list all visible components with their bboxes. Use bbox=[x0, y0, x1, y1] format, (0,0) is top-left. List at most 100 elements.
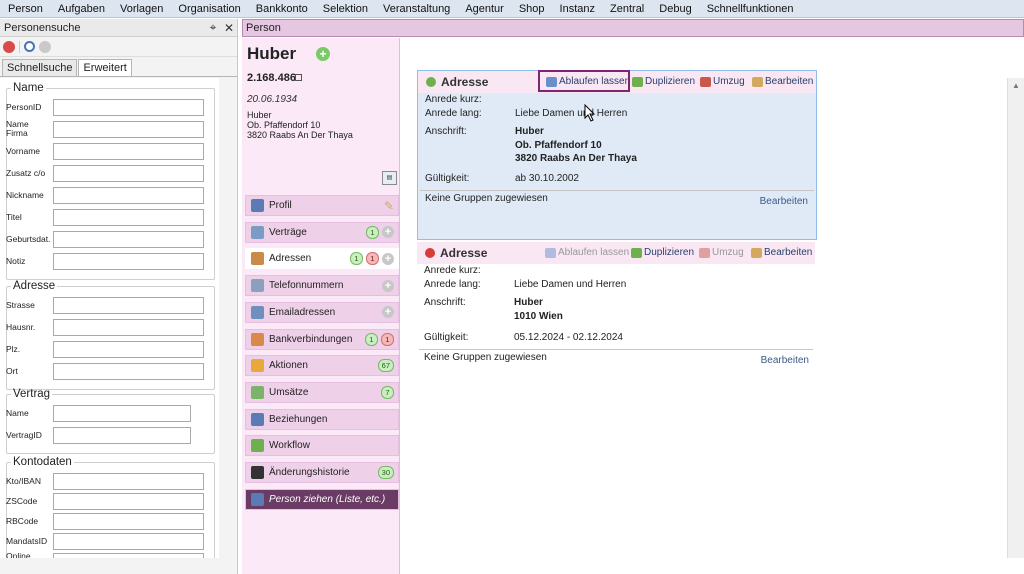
field-input-name-1[interactable] bbox=[53, 120, 204, 138]
nav-item-person-pull[interactable]: Person ziehen (Liste, etc.) bbox=[245, 488, 399, 510]
groups-edit-link[interactable]: Bearbeiten bbox=[760, 196, 808, 207]
nav-item-bank[interactable]: Bankverbindungen 1 1 bbox=[245, 328, 399, 350]
nav-label: Beziehungen bbox=[269, 413, 328, 425]
nav-item-money[interactable]: Umsätze 7 bbox=[245, 381, 399, 403]
expand-icon[interactable]: ▤ bbox=[382, 171, 397, 185]
nav-item-people[interactable]: Beziehungen bbox=[245, 408, 399, 430]
field-input-name-5[interactable] bbox=[53, 208, 204, 226]
field-input-kontodaten-1[interactable] bbox=[53, 492, 204, 510]
address-card-2: Adresse Ablaufen lassen Duplizieren Umzug Be… bbox=[417, 242, 817, 372]
add-icon[interactable]: + bbox=[382, 252, 394, 265]
field-input-adresse-3[interactable] bbox=[53, 362, 204, 380]
field-input-adresse-0[interactable] bbox=[53, 296, 204, 314]
pencil-icon[interactable]: ✎ bbox=[384, 199, 394, 213]
field-input-name-6[interactable] bbox=[53, 230, 204, 248]
field-row: Strasse bbox=[6, 296, 204, 314]
menu-item-8[interactable]: Shop bbox=[511, 0, 552, 18]
nav-item-lightning[interactable]: Aktionen 67 bbox=[245, 355, 399, 377]
person-icon bbox=[251, 199, 264, 212]
clear-icon[interactable] bbox=[3, 40, 15, 53]
field-row: Nickname bbox=[6, 186, 204, 204]
expire-button[interactable]: Ablaufen lassen bbox=[545, 247, 629, 258]
edit-button[interactable]: Bearbeiten bbox=[752, 76, 813, 87]
field-label: Titel bbox=[6, 211, 22, 222]
menu-item-10[interactable]: Zentral bbox=[602, 0, 651, 18]
form-scrollbar[interactable]: ▲ bbox=[1007, 78, 1024, 558]
expire-icon bbox=[545, 247, 556, 258]
field-label: Strasse bbox=[6, 299, 35, 310]
menu-item-0[interactable]: Person bbox=[0, 0, 50, 18]
field-row: VertragID bbox=[6, 426, 191, 444]
groups-edit-link[interactable]: Bearbeiten bbox=[761, 355, 809, 366]
field-input-adresse-1[interactable] bbox=[53, 318, 204, 336]
close-icon[interactable]: ✕ bbox=[221, 21, 237, 35]
nav-item-contract[interactable]: Verträge 1 + bbox=[245, 221, 399, 243]
field-input-kontodaten-0[interactable] bbox=[53, 472, 204, 490]
address-line: 3820 Raabs An Der Thaya bbox=[515, 153, 637, 164]
nav-item-house[interactable]: Adressen 1 1 + bbox=[245, 248, 399, 270]
field-input-vertrag-0[interactable] bbox=[53, 404, 191, 422]
move-button[interactable]: Umzug bbox=[700, 76, 745, 87]
search-icon[interactable] bbox=[24, 41, 35, 52]
tab-schnellsuche[interactable]: Schnellsuche bbox=[2, 59, 78, 76]
edit-button[interactable]: Bearbeiten bbox=[751, 247, 812, 258]
menu-item-7[interactable]: Agentur bbox=[457, 0, 511, 18]
menu-item-6[interactable]: Veranstaltung bbox=[375, 0, 457, 18]
nav-item-person[interactable]: Profil ✎ bbox=[245, 195, 399, 216]
action-label: Ablaufen lassen bbox=[558, 247, 630, 258]
field-input-name-4[interactable] bbox=[53, 186, 204, 204]
workflow-icon bbox=[251, 439, 264, 453]
field-row: MandatsID bbox=[6, 532, 204, 550]
move-button[interactable]: Umzug bbox=[699, 247, 744, 258]
field-input-kontodaten-4[interactable] bbox=[53, 552, 204, 558]
menu-item-12[interactable]: Schnellfunktionen bbox=[699, 0, 801, 18]
duplicate-button[interactable]: Duplizieren bbox=[632, 76, 695, 87]
pin-icon[interactable]: ⌖ bbox=[205, 20, 221, 35]
field-row: Online Referenz bbox=[6, 552, 204, 558]
field-input-adresse-2[interactable] bbox=[53, 340, 204, 358]
field-input-name-2[interactable] bbox=[53, 142, 204, 160]
history-icon bbox=[251, 466, 264, 479]
nav-item-phone[interactable]: Telefonnummern + bbox=[245, 275, 399, 297]
menu-item-4[interactable]: Bankkonto bbox=[248, 0, 315, 18]
field-input-name-3[interactable] bbox=[53, 164, 204, 182]
nav-badges: 1 + bbox=[366, 225, 394, 239]
add-icon[interactable]: + bbox=[382, 226, 394, 239]
add-icon[interactable]: + bbox=[382, 279, 394, 292]
field-input-name-0[interactable] bbox=[53, 98, 204, 116]
nav-item-workflow[interactable]: Workflow bbox=[245, 435, 399, 457]
tab-erweitert[interactable]: Erweitert bbox=[78, 59, 132, 76]
field-label: ZSCode bbox=[6, 495, 38, 506]
field-input-name-7[interactable] bbox=[53, 252, 204, 270]
add-icon[interactable]: + bbox=[382, 306, 394, 319]
copy-icon[interactable] bbox=[295, 74, 302, 81]
scroll-up-icon[interactable]: ▲ bbox=[1008, 78, 1024, 90]
menu-item-5[interactable]: Selektion bbox=[315, 0, 375, 18]
nav-label: Verträge bbox=[269, 226, 307, 238]
field-label: Online Referenz bbox=[6, 551, 31, 559]
people-icon bbox=[251, 412, 264, 426]
menu-item-9[interactable]: Instanz bbox=[552, 0, 602, 18]
divider bbox=[419, 349, 813, 350]
menu-item-11[interactable]: Debug bbox=[651, 0, 698, 18]
status-dot-icon bbox=[426, 77, 436, 87]
duplicate-icon bbox=[632, 76, 643, 87]
menu-item-2[interactable]: Vorlagen bbox=[112, 0, 170, 18]
person-id: 2.168.486 bbox=[247, 72, 296, 84]
address-line: Huber bbox=[514, 297, 543, 308]
duplicate-button[interactable]: Duplizieren bbox=[631, 247, 694, 258]
cancel-icon[interactable] bbox=[39, 40, 51, 53]
menu-item-3[interactable]: Organisation bbox=[170, 0, 247, 18]
add-person-icon[interactable]: + bbox=[316, 47, 330, 61]
field-input-kontodaten-3[interactable] bbox=[53, 532, 204, 550]
count-badge: 7 bbox=[381, 385, 394, 399]
person-tab[interactable]: Person bbox=[242, 19, 1024, 37]
field-input-kontodaten-2[interactable] bbox=[53, 512, 204, 530]
menu-item-1[interactable]: Aufgaben bbox=[50, 0, 112, 18]
nav-item-mail[interactable]: Emailadressen + bbox=[245, 301, 399, 323]
field-row: Titel bbox=[6, 208, 204, 226]
nav-item-history[interactable]: Änderungshistorie 30 bbox=[245, 462, 399, 483]
field-input-vertrag-1[interactable] bbox=[53, 426, 191, 444]
address-line: Ob. Pfaffendorf 10 bbox=[247, 120, 321, 130]
field-row: Kto/IBAN bbox=[6, 472, 204, 490]
